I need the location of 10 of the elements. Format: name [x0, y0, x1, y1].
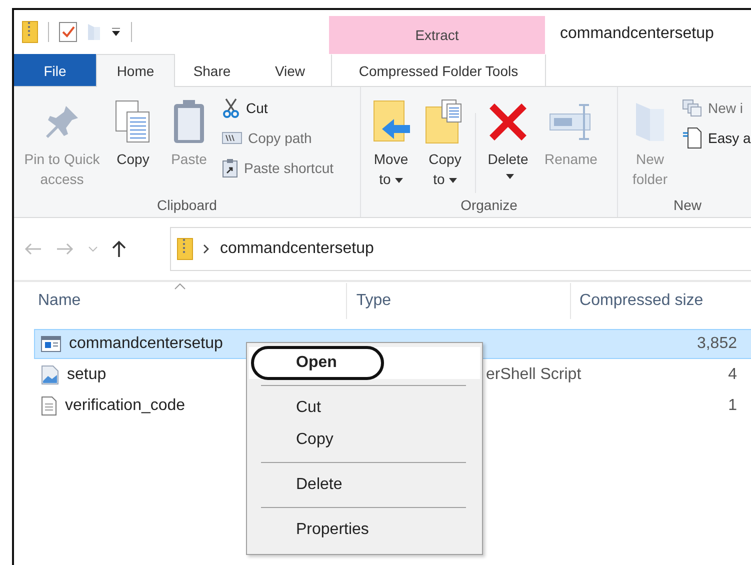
file-size: 1: [728, 397, 737, 415]
path-text: commandcentersetup: [220, 240, 374, 258]
contextual-tab-header: Extract: [329, 16, 545, 54]
window-title: commandcentersetup: [559, 24, 714, 44]
file-size: 4: [728, 366, 737, 384]
group-label: New: [672, 197, 702, 213]
file-size: 3,852: [696, 335, 737, 353]
file-type: erShell Script: [486, 366, 582, 384]
group-label: Organize: [460, 197, 518, 213]
group-label: Clipboard: [156, 197, 218, 213]
